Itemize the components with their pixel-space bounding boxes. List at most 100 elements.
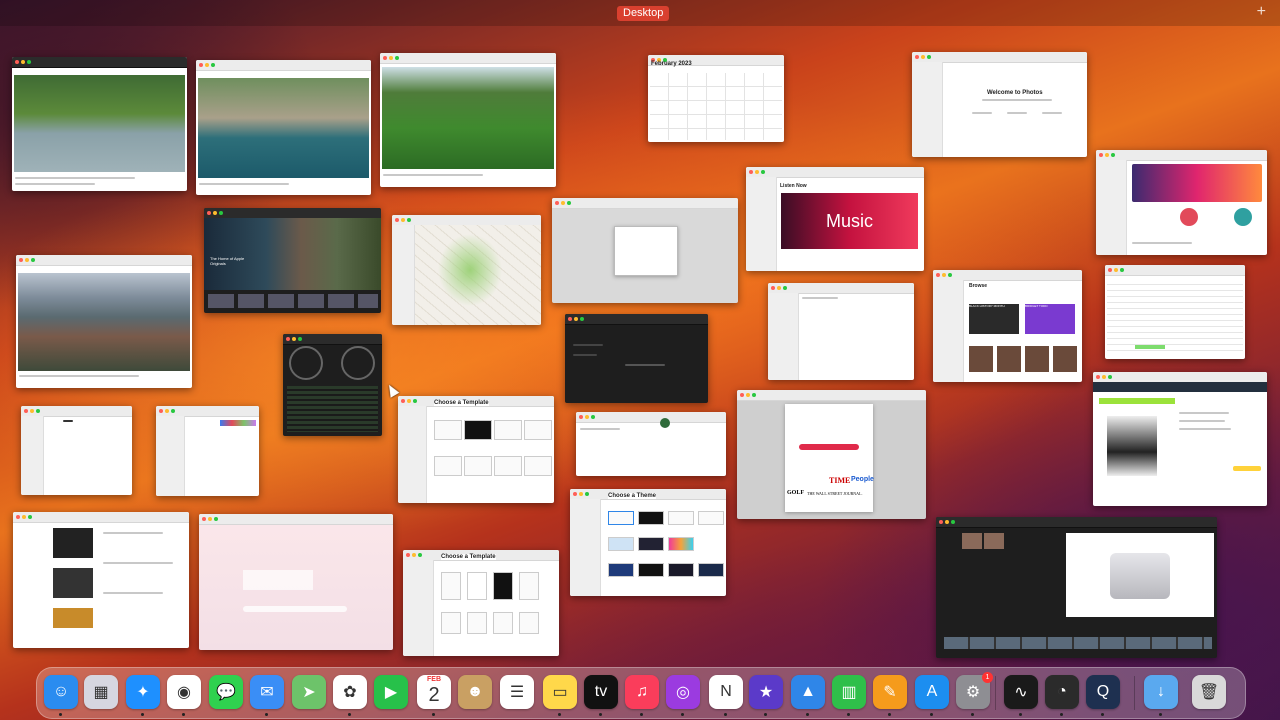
maps-window[interactable] xyxy=(392,215,541,325)
notes-window[interactable] xyxy=(768,283,914,380)
brand-time: TIME xyxy=(829,476,851,485)
table-grid xyxy=(1107,279,1243,355)
app-store-avatar xyxy=(1234,208,1252,226)
calendar-month-label: FEB xyxy=(427,676,441,683)
pages-template-window[interactable]: Choose a Template xyxy=(403,550,559,656)
mail-icon[interactable]: ✉ xyxy=(250,675,284,709)
news-paywall-dialog: TIME People GOLF THE WALL STREET JOURNAL… xyxy=(785,404,874,512)
istat-menus-window[interactable] xyxy=(283,334,382,436)
listen-now-title: Listen Now xyxy=(780,183,807,189)
accent-swatches xyxy=(220,420,256,426)
messages-window[interactable] xyxy=(576,412,726,476)
tv-icon[interactable]: tv xyxy=(584,675,618,709)
tv-headline: The Home of Apple Originals xyxy=(210,256,245,266)
map-view[interactable] xyxy=(415,225,541,325)
youtube-window-lake-town[interactable] xyxy=(196,60,371,195)
media-browser xyxy=(962,533,1004,549)
pages-icon[interactable]: ✎ xyxy=(873,675,907,709)
add-space-button[interactable]: + xyxy=(1257,3,1266,21)
calendar-month-title: February 2023 xyxy=(651,61,692,67)
tv-hero-image xyxy=(204,218,381,290)
maps-icon[interactable]: ➤ xyxy=(292,675,326,709)
imovie-window[interactable] xyxy=(936,517,1217,658)
istat-icon[interactable]: ◔ xyxy=(1045,675,1079,709)
app-store-banner xyxy=(1132,164,1262,202)
launchpad-icon[interactable]: ▦ xyxy=(84,675,118,709)
keynote-icon[interactable]: ▲ xyxy=(791,675,825,709)
photos-window[interactable]: Welcome to Photos xyxy=(912,52,1087,157)
finder-icon[interactable]: ☺ xyxy=(44,675,78,709)
running-indicator xyxy=(1159,713,1162,716)
music-icon[interactable]: ♫ xyxy=(625,675,659,709)
product-image xyxy=(1107,416,1157,476)
running-indicator xyxy=(806,713,809,716)
amazon-mic-window[interactable] xyxy=(13,512,189,648)
facetime-icon[interactable]: ▶ xyxy=(374,675,408,709)
music-browse-window[interactable]: Browse BLACK HISTORY MONTH BRIDGET TODD xyxy=(933,270,1082,382)
desktop-space-label[interactable]: Desktop xyxy=(617,6,670,21)
settings-window-appearance[interactable] xyxy=(156,406,259,496)
freeform-search xyxy=(243,606,347,612)
brand-wsj: THE WALL STREET JOURNAL. xyxy=(807,491,863,496)
running-indicator xyxy=(1101,713,1104,716)
video-thumbnail xyxy=(14,75,185,172)
keynote-theme-window[interactable]: Choose a Theme xyxy=(570,489,726,596)
theme-title: Choose a Theme xyxy=(608,493,657,499)
notes-icon[interactable]: ▭ xyxy=(543,675,577,709)
photos-icon[interactable]: ✿ xyxy=(333,675,367,709)
app-store-window[interactable] xyxy=(1096,150,1267,255)
dock-separator xyxy=(1134,676,1135,710)
photos-welcome-title: Welcome to Photos xyxy=(987,90,1043,96)
downloads-folder-icon[interactable]: ↓ xyxy=(1144,675,1178,709)
amazon-window[interactable] xyxy=(1093,372,1267,506)
calendar-window[interactable]: February 2023 xyxy=(648,55,784,142)
calendar-grid xyxy=(650,73,782,140)
running-indicator xyxy=(182,713,185,716)
running-indicator xyxy=(930,713,933,716)
font-dialog xyxy=(614,226,678,276)
mission-control-spaces-bar: Desktop + xyxy=(0,0,1280,26)
running-indicator xyxy=(640,713,643,716)
subscribe-button[interactable] xyxy=(799,444,859,450)
settings-window-small[interactable] xyxy=(21,406,132,495)
video-thumbnail xyxy=(18,273,190,371)
youtube-window-valley[interactable] xyxy=(380,53,556,187)
quicktime-icon[interactable]: Q xyxy=(1086,675,1120,709)
appstore-icon[interactable]: A xyxy=(915,675,949,709)
buy-button[interactable] xyxy=(1233,466,1261,471)
calendar-icon[interactable]: FEB 2 xyxy=(417,675,451,709)
numbers-template-window[interactable]: Choose a Template xyxy=(398,396,554,503)
dock-separator xyxy=(995,676,996,710)
running-indicator xyxy=(764,713,767,716)
freeform-window[interactable] xyxy=(199,514,393,650)
youtube-window-chateau[interactable] xyxy=(16,255,192,388)
avatar xyxy=(660,418,670,428)
news-icon[interactable]: N xyxy=(709,675,743,709)
tile-text: BLACK HISTORY MONTH xyxy=(969,304,1005,308)
activity-monitor-icon[interactable]: ∿ xyxy=(1004,675,1038,709)
stats-list xyxy=(287,386,378,432)
notification-badge: 1 xyxy=(982,672,993,683)
trash-icon[interactable]: 🗑 xyxy=(1192,675,1226,709)
chrome-icon[interactable]: ◉ xyxy=(167,675,201,709)
imovie-icon[interactable]: ★ xyxy=(749,675,783,709)
music-banner: Music xyxy=(781,193,918,249)
dock: ☺ ▦ ✦ ◉ 💬 ✉ ➤ ✿ ▶ FEB 2 ☻ ☰ ▭ tv ♫ ◎ N ★ ▲ ▥ ✎ A ⚙ 1 ∿ ◔ Q ↓ 🗑 xyxy=(36,667,1246,719)
freeform-dialog-window[interactable] xyxy=(552,198,738,303)
podcasts-icon[interactable]: ◎ xyxy=(666,675,700,709)
reminders-icon[interactable]: ☰ xyxy=(500,675,534,709)
spreadsheet-window[interactable] xyxy=(1105,265,1245,359)
news-window[interactable]: TIME People GOLF THE WALL STREET JOURNAL… xyxy=(737,390,926,519)
system-settings-icon[interactable]: ⚙ 1 xyxy=(956,672,993,709)
apple-tv-window[interactable]: The Home of Apple Originals xyxy=(204,208,381,313)
browse-title: Browse xyxy=(969,283,988,289)
final-cut-dark-window[interactable] xyxy=(565,314,708,403)
contacts-icon[interactable]: ☻ xyxy=(458,675,492,709)
numbers-icon[interactable]: ▥ xyxy=(832,675,866,709)
amazon-deal-banner xyxy=(1099,398,1175,404)
messages-icon[interactable]: 💬 xyxy=(209,675,243,709)
music-listen-now-window[interactable]: Listen Now Music xyxy=(746,167,924,271)
youtube-window-bear[interactable] xyxy=(12,57,187,191)
running-indicator xyxy=(558,713,561,716)
safari-icon[interactable]: ✦ xyxy=(126,675,160,709)
